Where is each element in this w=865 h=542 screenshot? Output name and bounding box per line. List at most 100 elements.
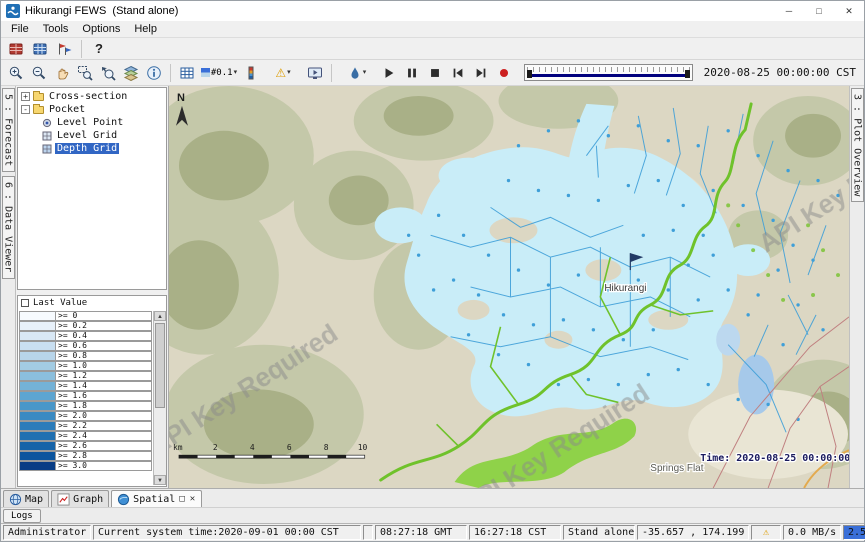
skip-to-end-button[interactable] <box>470 63 492 83</box>
pan-button[interactable] <box>51 63 73 83</box>
legend-color-swatch <box>19 311 55 321</box>
zoom-out-button[interactable] <box>28 63 50 83</box>
minimize-button[interactable]: ─ <box>774 1 804 21</box>
tab-plot-overview[interactable]: 3 : Plot Overview <box>851 88 864 202</box>
panel-maximize-button[interactable]: □ <box>178 495 185 504</box>
database-display-button[interactable] <box>5 39 27 59</box>
tree-item-label: Level Grid <box>55 130 119 141</box>
legend-row[interactable]: >= 1.8 <box>19 401 152 411</box>
legend-row-label: >= 1.0 <box>55 361 152 371</box>
skip-start-icon <box>451 66 465 80</box>
spatial-display-button[interactable] <box>53 39 75 59</box>
legend-row[interactable]: >= 0 <box>19 311 152 321</box>
legend-row[interactable]: >= 1.2 <box>19 371 152 381</box>
tree-item-label-selected: Depth Grid <box>55 143 119 154</box>
status-mode: Stand alone <box>563 525 635 540</box>
tab-graph[interactable]: Graph <box>51 490 109 507</box>
animation-speed-dropdown[interactable]: ▾ <box>337 63 377 83</box>
scroll-up-icon[interactable]: ▲ <box>154 311 166 321</box>
legend-color-swatch <box>19 331 55 341</box>
legend-row[interactable]: >= 2.2 <box>19 421 152 431</box>
legend-row[interactable]: >= 0.4 <box>19 331 152 341</box>
legend-row[interactable]: >= 2.6 <box>19 441 152 451</box>
record-button[interactable] <box>493 63 515 83</box>
legend-row[interactable]: >= 0.2 <box>19 321 152 331</box>
pause-button[interactable] <box>401 63 423 83</box>
stop-button[interactable] <box>424 63 446 83</box>
map-view[interactable]: API Key Required API Key Required API Ke… <box>169 86 849 488</box>
memory-label: 2.5 GB <box>848 527 865 538</box>
layers-button[interactable] <box>120 63 142 83</box>
zoom-extent-button[interactable] <box>74 63 96 83</box>
menu-file[interactable]: File <box>4 22 36 36</box>
logs-button[interactable]: Logs <box>3 509 41 523</box>
timeline-slider[interactable] <box>524 64 693 81</box>
scrollbar-track[interactable] <box>154 321 166 475</box>
panel-close-button[interactable]: ✕ <box>189 495 196 504</box>
tab-forecast[interactable]: 5 : Forecast <box>2 88 15 172</box>
right-tab-strip: 3 : Plot Overview <box>849 86 864 488</box>
legend-color-swatch <box>19 381 55 391</box>
grid-overlay-button[interactable] <box>176 63 198 83</box>
profile-button[interactable] <box>240 63 262 83</box>
animation-display-button[interactable] <box>304 63 326 83</box>
skip-to-start-button[interactable] <box>447 63 469 83</box>
classes-swatch-icon <box>201 68 210 77</box>
title-bar: Hikurangi FEWS (Stand alone) ─ □ ✕ <box>1 1 864 21</box>
legend-row[interactable]: >= 0.8 <box>19 351 152 361</box>
legend-row-label: >= 1.8 <box>55 401 152 411</box>
warnings-dropdown[interactable]: ⚠ ▾ <box>263 63 303 83</box>
scale-tick-label: 2 <box>213 443 218 452</box>
zoom-out-icon <box>31 65 47 81</box>
timeline-start-handle[interactable] <box>527 70 532 78</box>
help-button[interactable]: ? <box>88 39 110 59</box>
zoom-in-button[interactable] <box>5 63 27 83</box>
zoom-previous-button[interactable] <box>97 63 119 83</box>
menu-help[interactable]: Help <box>127 22 164 36</box>
maximize-button[interactable]: □ <box>804 1 834 21</box>
legend-row[interactable]: >= 2.0 <box>19 411 152 421</box>
flags-icon <box>56 41 72 57</box>
legend-row[interactable]: >= 1.0 <box>19 361 152 371</box>
expand-icon[interactable]: + <box>21 92 30 101</box>
app-window: Hikurangi FEWS (Stand alone) ─ □ ✕ File … <box>0 0 865 542</box>
skip-end-icon <box>474 66 488 80</box>
main-toolbar: ? <box>1 38 864 60</box>
tree-item-level-grid[interactable]: Level Grid <box>18 129 166 142</box>
status-warning-cell[interactable]: ⚠ <box>751 525 781 540</box>
legend-row[interactable]: >= 3.0 <box>19 461 152 471</box>
tree-item-pocket[interactable]: - Pocket <box>18 103 166 116</box>
legend-color-swatch <box>19 421 55 431</box>
legend-row[interactable]: >= 2.4 <box>19 431 152 441</box>
timeline-end-handle[interactable] <box>685 70 690 78</box>
close-button[interactable]: ✕ <box>834 1 864 21</box>
menu-options[interactable]: Options <box>75 22 127 36</box>
info-button[interactable] <box>143 63 165 83</box>
menu-tools[interactable]: Tools <box>36 22 76 36</box>
status-network: 0.0 MB/s <box>783 525 841 540</box>
tab-spatial-label: Spatial <box>133 494 175 505</box>
tree-item-depth-grid[interactable]: Depth Grid <box>18 142 166 155</box>
scroll-down-icon[interactable]: ▼ <box>154 475 166 485</box>
play-button[interactable] <box>378 63 400 83</box>
tree-item-level-point[interactable]: Level Point <box>18 116 166 129</box>
legend-row[interactable]: >= 0.6 <box>19 341 152 351</box>
gauge-icon <box>243 65 259 81</box>
toolbar-separator <box>331 64 332 82</box>
legend-row[interactable]: >= 1.6 <box>19 391 152 401</box>
legend-row[interactable]: >= 2.8 <box>19 451 152 461</box>
legend-scrollbar[interactable]: ▲ ▼ <box>153 311 166 485</box>
grid-display-button[interactable] <box>29 39 51 59</box>
tab-map[interactable]: Map <box>3 490 49 507</box>
tab-data-viewer[interactable]: 6 : Data Viewer <box>2 176 15 278</box>
grid-layer-icon <box>42 144 52 154</box>
map-toolbar: #0.1 ▾ ⚠ ▾ <box>1 60 864 86</box>
tab-spatial[interactable]: Spatial □ ✕ <box>111 490 202 507</box>
contour-classes-dropdown[interactable]: #0.1 ▾ <box>199 63 239 83</box>
point-layer-icon <box>42 118 52 128</box>
collapse-icon[interactable]: - <box>21 105 30 114</box>
legend-row[interactable]: >= 1.4 <box>19 381 152 391</box>
tree-item-cross-section[interactable]: + Cross-section <box>18 90 166 103</box>
last-value-checkbox[interactable] <box>21 299 29 307</box>
scrollbar-thumb[interactable] <box>155 323 165 408</box>
